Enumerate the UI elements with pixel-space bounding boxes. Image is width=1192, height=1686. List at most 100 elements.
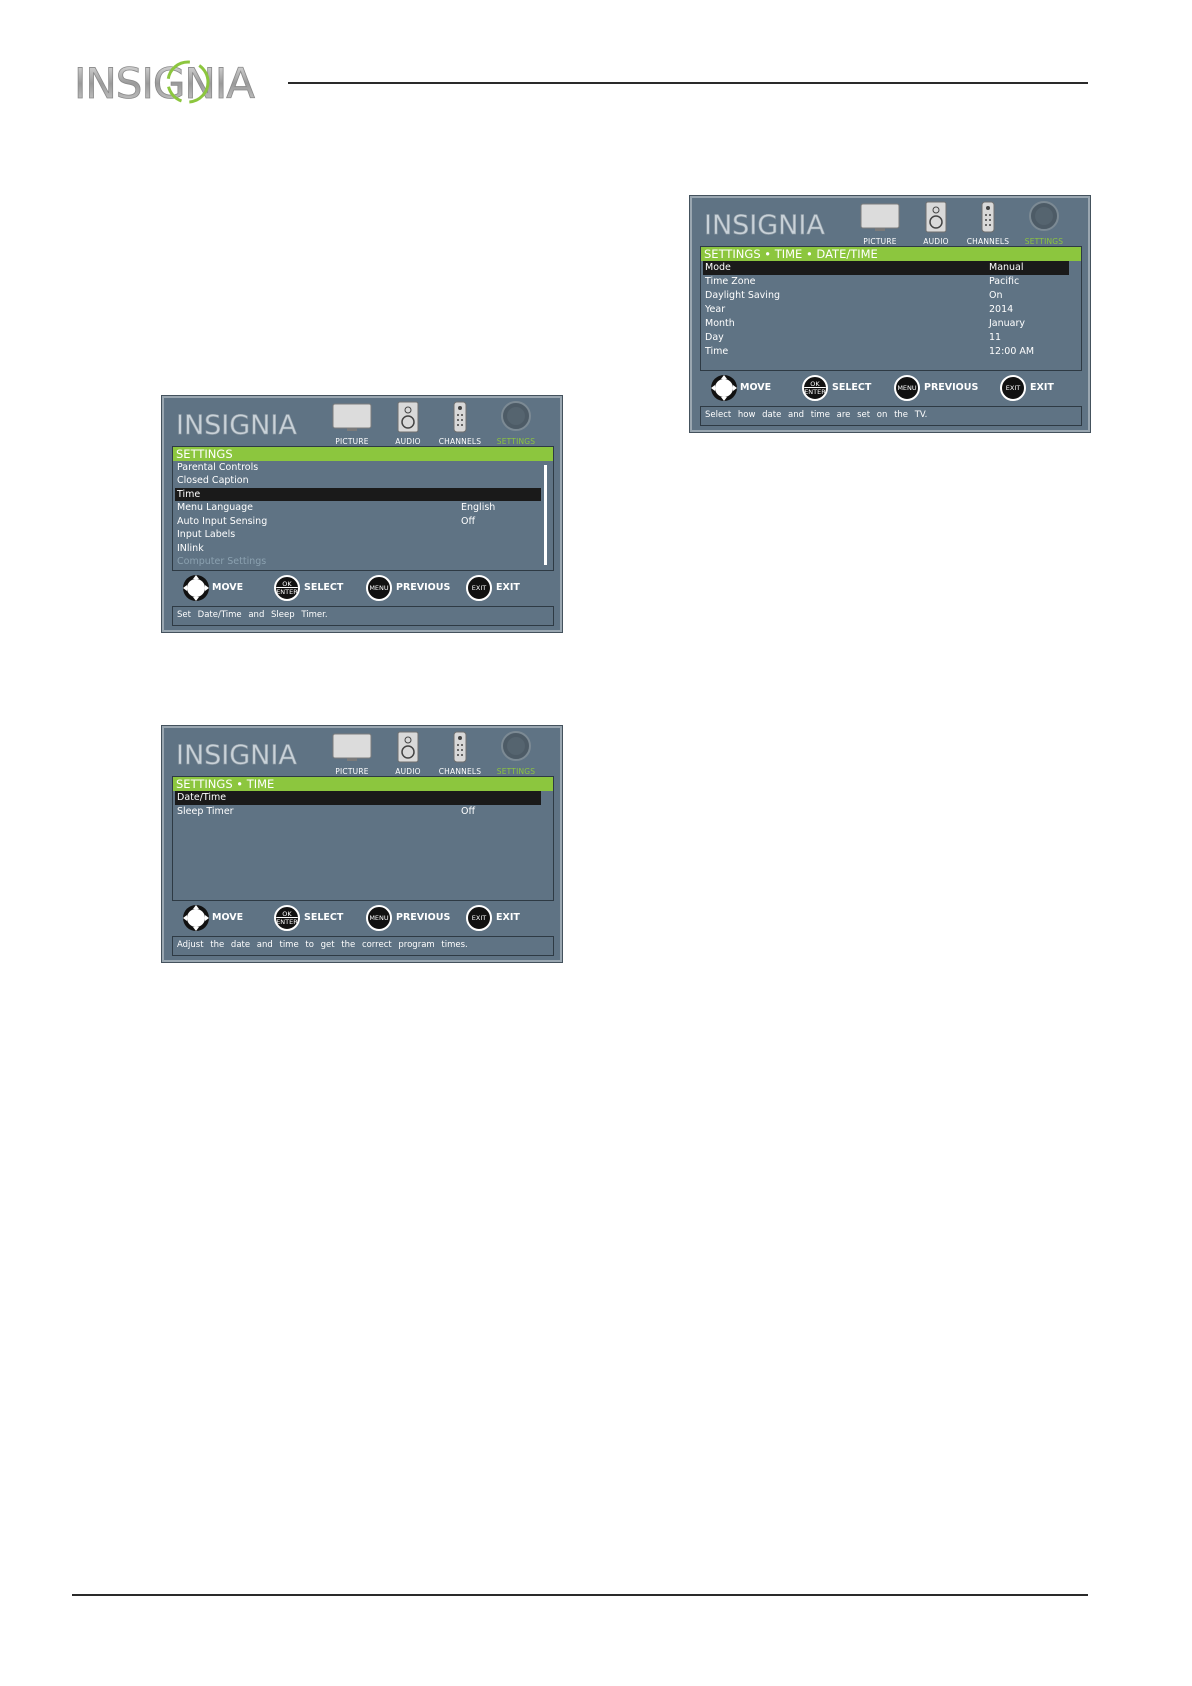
- row-value: Pacific: [989, 276, 1020, 287]
- menu-item-mode[interactable]: Mode Manual: [703, 261, 1069, 275]
- tab-audio[interactable]: AUDIO: [380, 400, 436, 446]
- menu-item-inlink[interactable]: INlink: [175, 542, 541, 556]
- tab-label: CHANNELS: [438, 437, 482, 446]
- tab-settings[interactable]: SETTINGS: [488, 400, 544, 446]
- exit-label: EXIT: [496, 912, 520, 923]
- menu-item-menu-language[interactable]: Menu Language English: [175, 501, 541, 515]
- tab-audio[interactable]: AUDIO: [908, 200, 964, 246]
- tab-settings[interactable]: SETTINGS: [1016, 200, 1072, 246]
- footer-rule: [72, 1594, 1088, 1596]
- move-label: MOVE: [212, 582, 244, 593]
- tv-menu-settings-time: INSIGNIA PICTURE AUDIO CHANNELS SETTINGS…: [161, 725, 563, 963]
- tab-label: SETTINGS: [496, 767, 536, 776]
- remote-icon: [453, 401, 467, 433]
- tab-label: PICTURE: [335, 767, 369, 776]
- tv-menu-settings-time-date-time: INSIGNIA PICTURE AUDIO CHANNELS SETTINGS…: [689, 195, 1091, 433]
- menu-item-parental-controls[interactable]: Parental Controls: [175, 461, 541, 475]
- remote-controls-legend: MOVE OK ENTER SELECT MENU PREVIOUS EXIT E…: [164, 903, 560, 933]
- tv-menu-logo: INSIGNIA: [704, 210, 826, 242]
- ok-enter-button-icon: OK ENTER: [274, 575, 300, 601]
- tv-screen-icon: [860, 203, 900, 231]
- exit-button-icon: EXIT: [1000, 375, 1026, 401]
- previous-label: PREVIOUS: [924, 382, 979, 393]
- menu-item-time[interactable]: Time 12:00 AM: [703, 345, 1069, 359]
- exit-label: EXIT: [496, 582, 520, 593]
- row-value: 12:00 AM: [989, 346, 1035, 357]
- dpad-icon: [183, 575, 209, 601]
- tv-menu-settings: INSIGNIA PICTURE AUDIO CHANNELS SETTINGS…: [161, 395, 563, 633]
- row-value: On: [989, 290, 1003, 301]
- menu-title: SETTINGS • TIME: [173, 777, 553, 791]
- menu-item-input-labels[interactable]: Input Labels: [175, 528, 541, 542]
- svg-text:INSIGNIA: INSIGNIA: [74, 59, 255, 108]
- tab-label: AUDIO: [923, 237, 949, 246]
- remote-icon: [453, 731, 467, 763]
- tab-label: SETTINGS: [496, 437, 536, 446]
- menu-item-auto-input-sensing[interactable]: Auto Input Sensing Off: [175, 515, 541, 529]
- scrollbar[interactable]: [544, 465, 547, 565]
- row-value: 2014: [989, 304, 1014, 315]
- menu-item-sleep-timer[interactable]: Sleep Timer Off: [175, 805, 541, 819]
- svg-text:INSIGNIA: INSIGNIA: [176, 740, 297, 771]
- select-label: SELECT: [832, 382, 872, 393]
- row-value: 11: [989, 332, 1002, 343]
- speaker-icon: [397, 731, 419, 763]
- help-text: Select how date and time are set on the …: [700, 406, 1082, 426]
- tab-label: PICTURE: [335, 437, 369, 446]
- menu-item-time-zone[interactable]: Time Zone Pacific: [703, 275, 1069, 289]
- menu-item-year[interactable]: Year 2014: [703, 303, 1069, 317]
- menu-item-month[interactable]: Month January: [703, 317, 1069, 331]
- help-text: Set Date/Time and Sleep Timer.: [172, 606, 554, 626]
- tv-screen-icon: [332, 733, 372, 761]
- menu-panel: SETTINGS • TIME • DATE/TIME Mode Manual T…: [700, 246, 1082, 371]
- exit-button-icon: EXIT: [466, 905, 492, 931]
- row-value: January: [989, 318, 1026, 329]
- menu-panel: SETTINGS • TIME Date/Time Sleep Timer Off: [172, 776, 554, 901]
- svg-text:INSIGNIA: INSIGNIA: [704, 210, 825, 241]
- menu-panel: SETTINGS Parental Controls Closed Captio…: [172, 446, 554, 571]
- row-value: Off: [461, 515, 476, 527]
- speaker-icon: [397, 401, 419, 433]
- tab-label: CHANNELS: [966, 237, 1010, 246]
- menu-tabs: PICTURE AUDIO CHANNELS SETTINGS: [852, 200, 1072, 246]
- tab-picture[interactable]: PICTURE: [852, 200, 908, 246]
- move-label: MOVE: [740, 382, 772, 393]
- tab-audio[interactable]: AUDIO: [380, 730, 436, 776]
- select-label: SELECT: [304, 912, 344, 923]
- svg-text:INSIGNIA: INSIGNIA: [176, 410, 297, 441]
- row-value: English: [461, 502, 496, 513]
- menu-item-day[interactable]: Day 11: [703, 331, 1069, 345]
- ok-enter-button-icon: OK ENTER: [802, 375, 828, 401]
- tv-menu-logo: INSIGNIA: [176, 740, 298, 772]
- tab-picture[interactable]: PICTURE: [324, 730, 380, 776]
- exit-label: EXIT: [1030, 382, 1054, 393]
- menu-item-time[interactable]: Time: [175, 487, 541, 501]
- tab-label: AUDIO: [395, 437, 421, 446]
- tab-channels[interactable]: CHANNELS: [432, 400, 488, 446]
- gear-icon: [501, 401, 531, 431]
- tab-settings[interactable]: SETTINGS: [488, 730, 544, 776]
- gear-icon: [501, 731, 531, 761]
- remote-icon: [981, 201, 995, 233]
- tab-channels[interactable]: CHANNELS: [432, 730, 488, 776]
- remote-controls-legend: MOVE OK ENTER SELECT MENU PREVIOUS EXIT E…: [692, 373, 1088, 403]
- ok-enter-button-icon: OK ENTER: [274, 905, 300, 931]
- remote-controls-legend: MOVE OK ENTER SELECT MENU PREVIOUS EXIT E…: [164, 573, 560, 603]
- move-label: MOVE: [212, 912, 244, 923]
- menu-item-date-time[interactable]: Date/Time: [175, 791, 541, 805]
- tab-channels[interactable]: CHANNELS: [960, 200, 1016, 246]
- menu-item-computer-settings: Computer Settings: [177, 556, 267, 567]
- menu-title: SETTINGS: [173, 447, 553, 461]
- menu-title: SETTINGS • TIME • DATE/TIME: [701, 247, 1081, 261]
- tab-picture[interactable]: PICTURE: [324, 400, 380, 446]
- speaker-icon: [925, 201, 947, 233]
- select-label: SELECT: [304, 582, 344, 593]
- tab-label: SETTINGS: [1024, 237, 1064, 246]
- menu-item-daylight-saving[interactable]: Daylight Saving On: [703, 289, 1069, 303]
- insignia-brand-logo: INSIGNIA: [74, 59, 257, 108]
- dpad-icon: [183, 905, 209, 931]
- menu-item-closed-caption[interactable]: Closed Caption: [175, 474, 541, 488]
- menu-tabs: PICTURE AUDIO CHANNELS SETTINGS: [324, 730, 544, 776]
- tab-label: PICTURE: [863, 237, 897, 246]
- gear-icon: [1029, 201, 1059, 231]
